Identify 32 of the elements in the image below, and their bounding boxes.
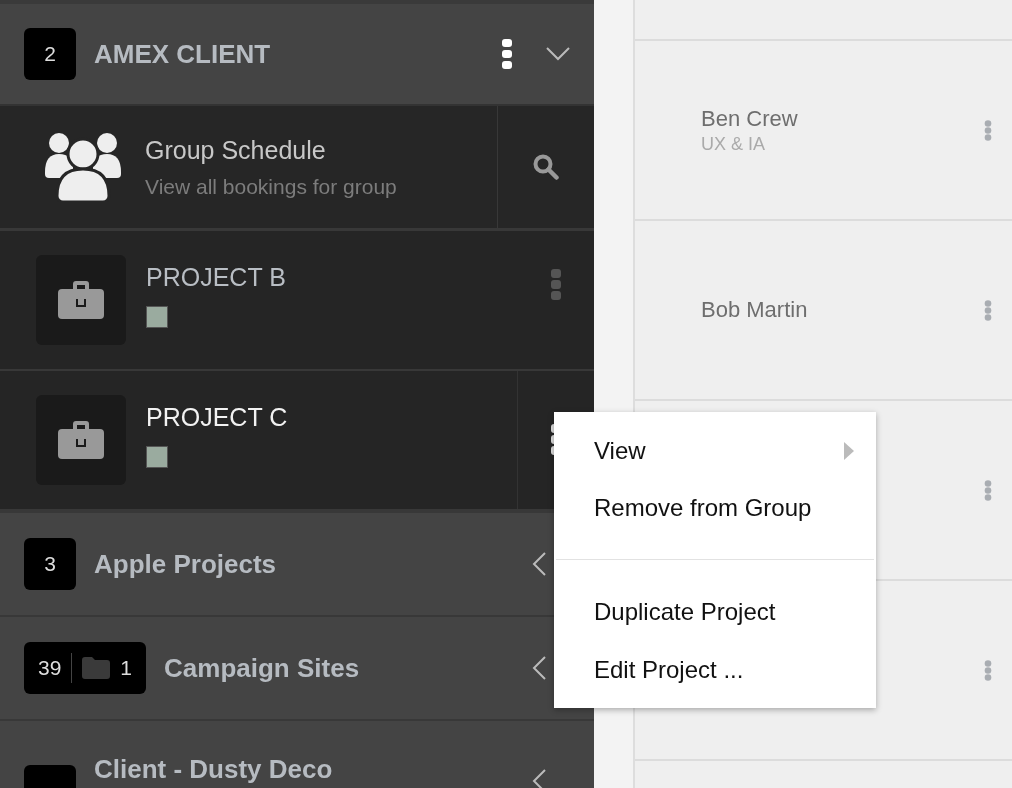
folder-count: 1 — [120, 656, 133, 680]
chevron-left-icon[interactable] — [532, 552, 546, 576]
chevron-left-icon[interactable] — [532, 656, 546, 680]
project-name: PROJECT B — [146, 262, 287, 292]
schedule-title: Group Schedule — [145, 135, 327, 165]
search-icon — [533, 154, 559, 180]
submenu-arrow-icon — [844, 441, 854, 460]
group-header[interactable]: Client - Dusty Deco — [0, 719, 594, 788]
person-name: Ben Crew — [701, 105, 799, 132]
group-schedule-row[interactable]: Group Schedule View all bookings for group — [0, 106, 594, 231]
briefcase-icon — [58, 421, 104, 459]
project-name: PROJECT C — [146, 402, 289, 432]
group-title: Campaign Sites — [164, 652, 360, 684]
project-row[interactable]: PROJECT C — [0, 371, 594, 511]
group-icon — [45, 132, 121, 202]
folder-icon — [82, 657, 111, 679]
group-title: Apple Projects — [94, 548, 277, 580]
count-badge: 3 — [24, 538, 76, 590]
group-header[interactable]: 2 AMEX CLIENT — [0, 4, 594, 106]
group-header[interactable]: 39 1 Campaign Sites — [0, 615, 594, 719]
chevron-down-icon[interactable] — [546, 47, 570, 61]
person-name: Bob Martin — [701, 297, 809, 323]
project-count: 39 — [38, 656, 62, 680]
count-badge: 2 — [24, 28, 76, 80]
person-role: UX & IA — [701, 133, 767, 155]
more-icon[interactable] — [502, 39, 512, 69]
group-title: Client - Dusty Deco — [94, 754, 333, 785]
group-title: AMEX CLIENT — [94, 38, 271, 70]
chevron-left-icon[interactable] — [532, 769, 546, 788]
briefcase-icon — [58, 281, 104, 319]
schedule-subtitle: View all bookings for group — [145, 174, 398, 199]
project-row[interactable]: PROJECT B — [0, 231, 594, 371]
